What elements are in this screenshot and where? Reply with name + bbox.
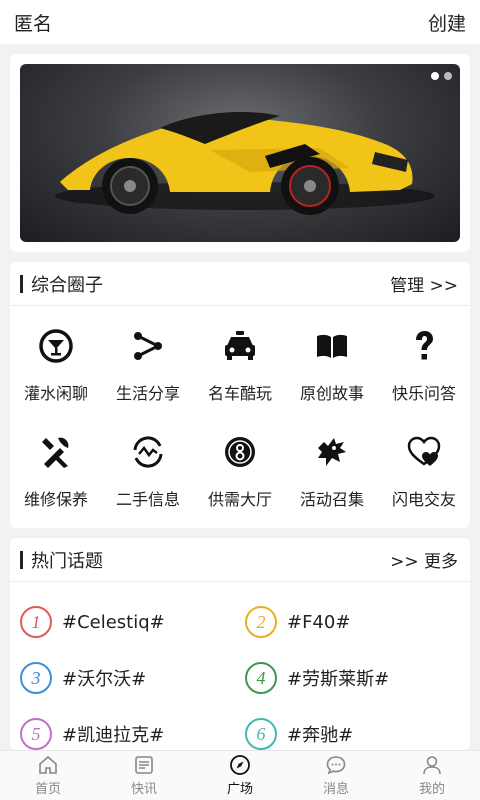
topic-item[interactable]: 4 #劳斯莱斯# <box>245 650 470 706</box>
circle-label: 维修保养 <box>23 490 88 509</box>
heart-icon <box>404 432 444 472</box>
compass-icon <box>229 754 251 776</box>
share-icon <box>128 326 168 366</box>
topic-text: #Celestiq# <box>62 611 165 633</box>
circle-item-story[interactable]: 原创故事 <box>286 320 378 426</box>
book-icon <box>312 326 352 366</box>
tab-label: 我的 <box>418 782 445 797</box>
page-title: 匿名 <box>14 12 53 35</box>
circle-label: 闪电交友 <box>391 490 456 509</box>
circle-item-repair[interactable]: 维修保养 <box>10 426 102 532</box>
topics-header: 热门话题 >> 更多 <box>10 538 470 582</box>
carousel-dot[interactable] <box>431 72 439 80</box>
tab-news[interactable]: 快讯 <box>96 751 192 800</box>
topic-item[interactable]: 1 #Celestiq# <box>20 594 245 650</box>
circle-item-qa[interactable]: 快乐问答 <box>378 320 470 426</box>
topic-rank-badge: 4 <box>245 662 277 694</box>
manage-link[interactable]: 管理 >> <box>390 271 458 296</box>
topic-item[interactable]: 2 #F40# <box>245 594 470 650</box>
bottom-tab-bar: 首页 快讯 广场 消息 我的 <box>0 750 480 800</box>
circle-item-supply[interactable]: 供需大厅 <box>194 426 286 532</box>
circle-item-secondhand[interactable]: 二手信息 <box>102 426 194 532</box>
message-icon <box>325 754 347 776</box>
topic-text: #凯迪拉克# <box>62 725 165 746</box>
topic-text: #沃尔沃# <box>62 669 147 690</box>
circle-label: 供需大厅 <box>207 490 272 509</box>
topic-text: #F40# <box>287 611 351 633</box>
banner-carousel[interactable] <box>20 64 460 242</box>
cocktail-icon <box>36 326 76 366</box>
circle-label: 名车酷玩 <box>207 384 272 403</box>
circle-item-cars[interactable]: 名车酷玩 <box>194 320 286 426</box>
tab-label: 广场 <box>226 782 253 797</box>
question-icon <box>404 326 444 366</box>
create-button[interactable]: 创建 <box>428 9 466 36</box>
tab-messages[interactable]: 消息 <box>288 751 384 800</box>
recycle-icon <box>128 432 168 472</box>
topic-rank-badge: 2 <box>245 606 277 638</box>
tab-label: 快讯 <box>130 782 157 797</box>
dragon-icon <box>312 432 352 472</box>
tools-icon <box>36 432 76 472</box>
topic-item[interactable]: 5 #凯迪拉克# <box>20 706 245 750</box>
topics-list: 1 #Celestiq# 2 #F40# 3 #沃尔沃# 4 #劳斯莱斯# 5 … <box>10 582 470 750</box>
banner-car-image <box>55 112 435 215</box>
circle-item-events[interactable]: 活动召集 <box>286 426 378 532</box>
circle-label: 快乐问答 <box>391 384 456 403</box>
topic-item[interactable]: 3 #沃尔沃# <box>20 650 245 706</box>
user-icon <box>421 754 443 776</box>
more-topics-link[interactable]: >> 更多 <box>390 547 458 572</box>
circle-label: 灌水闲聊 <box>23 384 88 403</box>
circle-item-dating[interactable]: 闪电交友 <box>378 426 470 532</box>
topic-rank-badge: 6 <box>245 718 277 750</box>
tab-me[interactable]: 我的 <box>384 751 480 800</box>
top-bar: 匿名 创建 <box>0 0 480 44</box>
topic-text: #奔驰# <box>287 725 354 746</box>
banner-card <box>10 54 470 252</box>
circle-item-life[interactable]: 生活分享 <box>102 320 194 426</box>
topic-rank-badge: 1 <box>20 606 52 638</box>
circles-grid: 灌水闲聊 生活分享 名车酷玩 原创故事 快乐问答 维修保养 二手信息 供需大厅 … <box>10 306 470 532</box>
circle-label: 原创故事 <box>299 384 364 403</box>
tab-home[interactable]: 首页 <box>0 751 96 800</box>
carousel-dots <box>431 72 452 80</box>
circle-label: 生活分享 <box>115 384 180 403</box>
news-icon <box>133 754 155 776</box>
circle-label: 活动召集 <box>299 490 364 509</box>
topic-rank-badge: 5 <box>20 718 52 750</box>
carousel-dot[interactable] <box>444 72 452 80</box>
taxi-icon <box>220 326 260 366</box>
circles-section: 综合圈子 管理 >> 灌水闲聊 生活分享 名车酷玩 原创故事 快乐问答 维修保养… <box>10 262 470 528</box>
topic-text: #劳斯莱斯# <box>287 669 390 690</box>
circle-label: 二手信息 <box>115 490 180 509</box>
tab-label: 消息 <box>322 782 349 797</box>
circles-title: 综合圈子 <box>20 271 103 297</box>
tab-label: 首页 <box>34 782 61 797</box>
circles-header: 综合圈子 管理 >> <box>10 262 470 306</box>
circle-item-chat[interactable]: 灌水闲聊 <box>10 320 102 426</box>
topics-section: 热门话题 >> 更多 1 #Celestiq# 2 #F40# 3 #沃尔沃# … <box>10 538 470 750</box>
topics-title: 热门话题 <box>20 547 103 573</box>
topic-item[interactable]: 6 #奔驰# <box>245 706 470 750</box>
tab-square[interactable]: 广场 <box>192 751 288 800</box>
topic-rank-badge: 3 <box>20 662 52 694</box>
hall-icon <box>220 432 260 472</box>
home-icon <box>37 754 59 776</box>
